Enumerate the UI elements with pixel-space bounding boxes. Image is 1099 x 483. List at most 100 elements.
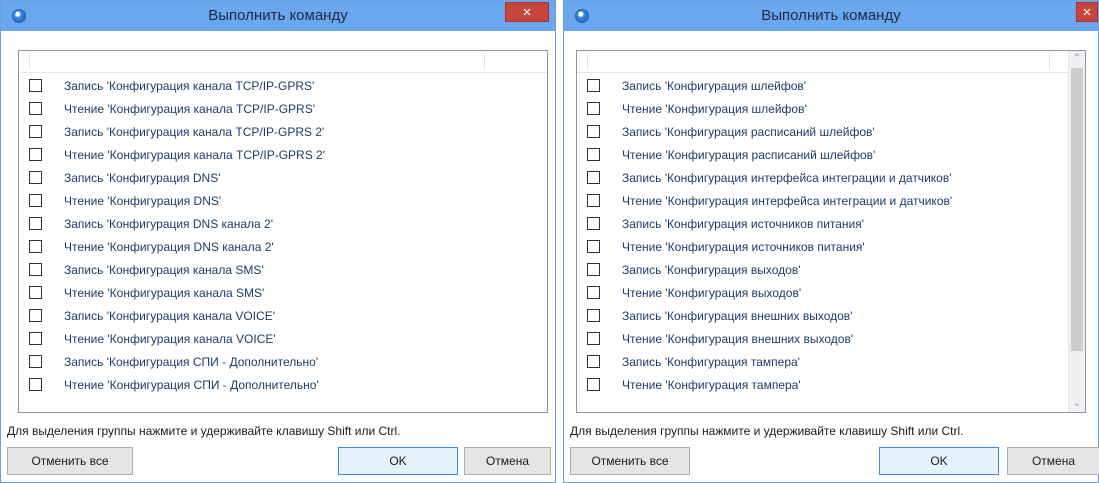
list-item-label: Чтение 'Конфигурация источников питания' <box>622 240 865 254</box>
list-item[interactable]: Запись 'Конфигурация канала VOICE' <box>19 305 547 328</box>
header-divider <box>1049 53 1050 70</box>
checkbox-icon[interactable] <box>29 240 42 253</box>
checkbox-icon[interactable] <box>29 194 42 207</box>
list-item-label: Запись 'Конфигурация канала SMS' <box>64 263 264 277</box>
selection-hint: Для выделения группы нажмите и удерживай… <box>570 424 964 438</box>
ok-button[interactable]: OK <box>338 447 458 475</box>
list-item[interactable]: Чтение 'Конфигурация расписаний шлейфов' <box>577 144 1085 167</box>
checkbox-icon[interactable] <box>29 332 42 345</box>
checkbox-icon[interactable] <box>587 263 600 276</box>
title-bar: Выполнить команду × <box>564 1 1098 31</box>
checkbox-icon[interactable] <box>587 79 600 92</box>
list-item[interactable]: Чтение 'Конфигурация шлейфов' <box>577 98 1085 121</box>
list-item[interactable]: Запись 'Конфигурация канала TCP/IP-GPRS' <box>19 75 547 98</box>
list-item-label: Чтение 'Конфигурация тампера' <box>622 378 801 392</box>
checkbox-icon[interactable] <box>587 171 600 184</box>
checkbox-icon[interactable] <box>29 217 42 230</box>
list-item[interactable]: Чтение 'Конфигурация канала VOICE' <box>19 328 547 351</box>
checkbox-icon[interactable] <box>29 263 42 276</box>
checkbox-icon[interactable] <box>587 309 600 322</box>
checkbox-icon[interactable] <box>29 378 42 391</box>
scroll-down-icon[interactable]: ⌄ <box>1069 396 1085 412</box>
list-item-label: Запись 'Конфигурация шлейфов' <box>622 79 807 93</box>
clear-all-button[interactable]: Отменить все <box>7 447 133 475</box>
list-item[interactable]: Чтение 'Конфигурация канала TCP/IP-GPRS' <box>19 98 547 121</box>
scroll-up-icon[interactable]: ⌃ <box>1069 51 1085 67</box>
list-item[interactable]: Запись 'Конфигурация DNS' <box>19 167 547 190</box>
list-item[interactable]: Чтение 'Конфигурация источников питания' <box>577 236 1085 259</box>
checkbox-icon[interactable] <box>29 286 42 299</box>
list-item[interactable]: Запись 'Конфигурация шлейфов' <box>577 75 1085 98</box>
list-item[interactable]: Запись 'Конфигурация выходов' <box>577 259 1085 282</box>
list-item[interactable]: Запись 'Конфигурация интерфейса интеграц… <box>577 167 1085 190</box>
list-item-label: Запись 'Конфигурация канала TCP/IP-GPRS … <box>64 125 325 139</box>
checkbox-icon[interactable] <box>587 378 600 391</box>
command-rows: Запись 'Конфигурация канала TCP/IP-GPRS'… <box>19 75 547 397</box>
list-item-label: Запись 'Конфигурация канала VOICE' <box>64 309 275 323</box>
close-icon[interactable]: × <box>505 2 549 22</box>
list-item[interactable]: Чтение 'Конфигурация тампера' <box>577 374 1085 397</box>
checkbox-icon[interactable] <box>29 171 42 184</box>
checkbox-icon[interactable] <box>587 332 600 345</box>
checkbox-icon[interactable] <box>587 148 600 161</box>
ok-button[interactable]: OK <box>879 447 999 475</box>
list-item-label: Запись 'Конфигурация источников питания' <box>622 217 865 231</box>
command-list[interactable]: Запись 'Конфигурация канала TCP/IP-GPRS'… <box>18 50 548 413</box>
checkbox-icon[interactable] <box>587 355 600 368</box>
checkbox-icon[interactable] <box>29 125 42 138</box>
header-divider <box>587 53 588 70</box>
dialog-title: Выполнить команду <box>208 7 348 24</box>
list-item-label: Чтение 'Конфигурация шлейфов' <box>622 102 807 116</box>
list-item[interactable]: Запись 'Конфигурация внешних выходов' <box>577 305 1085 328</box>
checkbox-icon[interactable] <box>587 102 600 115</box>
list-header <box>577 51 1085 73</box>
list-item[interactable]: Чтение 'Конфигурация СПИ - Дополнительно… <box>19 374 547 397</box>
vertical-scrollbar[interactable]: ⌃ ⌄ <box>1068 51 1085 412</box>
checkbox-icon[interactable] <box>29 355 42 368</box>
list-item-label: Чтение 'Конфигурация СПИ - Дополнительно… <box>64 378 319 392</box>
list-item[interactable]: Чтение 'Конфигурация DNS' <box>19 190 547 213</box>
list-header <box>19 51 547 73</box>
list-item-label: Чтение 'Конфигурация канала SMS' <box>64 286 265 300</box>
list-item[interactable]: Чтение 'Конфигурация внешних выходов' <box>577 328 1085 351</box>
checkbox-icon[interactable] <box>29 102 42 115</box>
list-item[interactable]: Запись 'Конфигурация DNS канала 2' <box>19 213 547 236</box>
checkbox-icon[interactable] <box>587 240 600 253</box>
list-item[interactable]: Чтение 'Конфигурация канала TCP/IP-GPRS … <box>19 144 547 167</box>
list-item-label: Запись 'Конфигурация канала TCP/IP-GPRS' <box>64 79 315 93</box>
list-item[interactable]: Чтение 'Конфигурация DNS канала 2' <box>19 236 547 259</box>
list-item-label: Запись 'Конфигурация внешних выходов' <box>622 309 853 323</box>
clear-all-button[interactable]: Отменить все <box>570 447 690 475</box>
checkbox-icon[interactable] <box>29 79 42 92</box>
command-list[interactable]: Запись 'Конфигурация шлейфов' Чтение 'Кон… <box>576 50 1086 413</box>
list-item[interactable]: Запись 'Конфигурация СПИ - Дополнительно… <box>19 351 547 374</box>
selection-hint: Для выделения группы нажмите и удерживай… <box>7 424 401 438</box>
checkbox-icon[interactable] <box>587 194 600 207</box>
list-item[interactable]: Чтение 'Конфигурация интерфейса интеграц… <box>577 190 1085 213</box>
list-item-label: Чтение 'Конфигурация канала VOICE' <box>64 332 276 346</box>
checkbox-icon[interactable] <box>29 309 42 322</box>
execute-command-dialog-right: Выполнить команду × Запись 'Конфигурация… <box>563 0 1099 483</box>
checkbox-icon[interactable] <box>587 286 600 299</box>
list-item[interactable]: Запись 'Конфигурация канала TCP/IP-GPRS … <box>19 121 547 144</box>
cancel-button[interactable]: Отмена <box>464 447 551 475</box>
list-item-label: Чтение 'Конфигурация внешних выходов' <box>622 332 854 346</box>
list-item[interactable]: Чтение 'Конфигурация выходов' <box>577 282 1085 305</box>
cancel-button[interactable]: Отмена <box>1007 447 1099 475</box>
list-item-label: Чтение 'Конфигурация канала TCP/IP-GPRS' <box>64 102 315 116</box>
list-item-label: Запись 'Конфигурация DNS канала 2' <box>64 217 273 231</box>
checkbox-icon[interactable] <box>587 217 600 230</box>
command-rows: Запись 'Конфигурация шлейфов' Чтение 'Кон… <box>577 75 1085 397</box>
list-item-label: Запись 'Конфигурация тампера' <box>622 355 800 369</box>
checkbox-icon[interactable] <box>29 148 42 161</box>
list-item[interactable]: Чтение 'Конфигурация канала SMS' <box>19 282 547 305</box>
header-divider <box>484 53 485 70</box>
close-icon[interactable]: × <box>1076 2 1098 22</box>
list-item[interactable]: Запись 'Конфигурация расписаний шлейфов' <box>577 121 1085 144</box>
scroll-thumb[interactable] <box>1071 68 1083 351</box>
list-item-label: Чтение 'Конфигурация DNS канала 2' <box>64 240 274 254</box>
list-item[interactable]: Запись 'Конфигурация источников питания' <box>577 213 1085 236</box>
list-item[interactable]: Запись 'Конфигурация тампера' <box>577 351 1085 374</box>
checkbox-icon[interactable] <box>587 125 600 138</box>
list-item[interactable]: Запись 'Конфигурация канала SMS' <box>19 259 547 282</box>
